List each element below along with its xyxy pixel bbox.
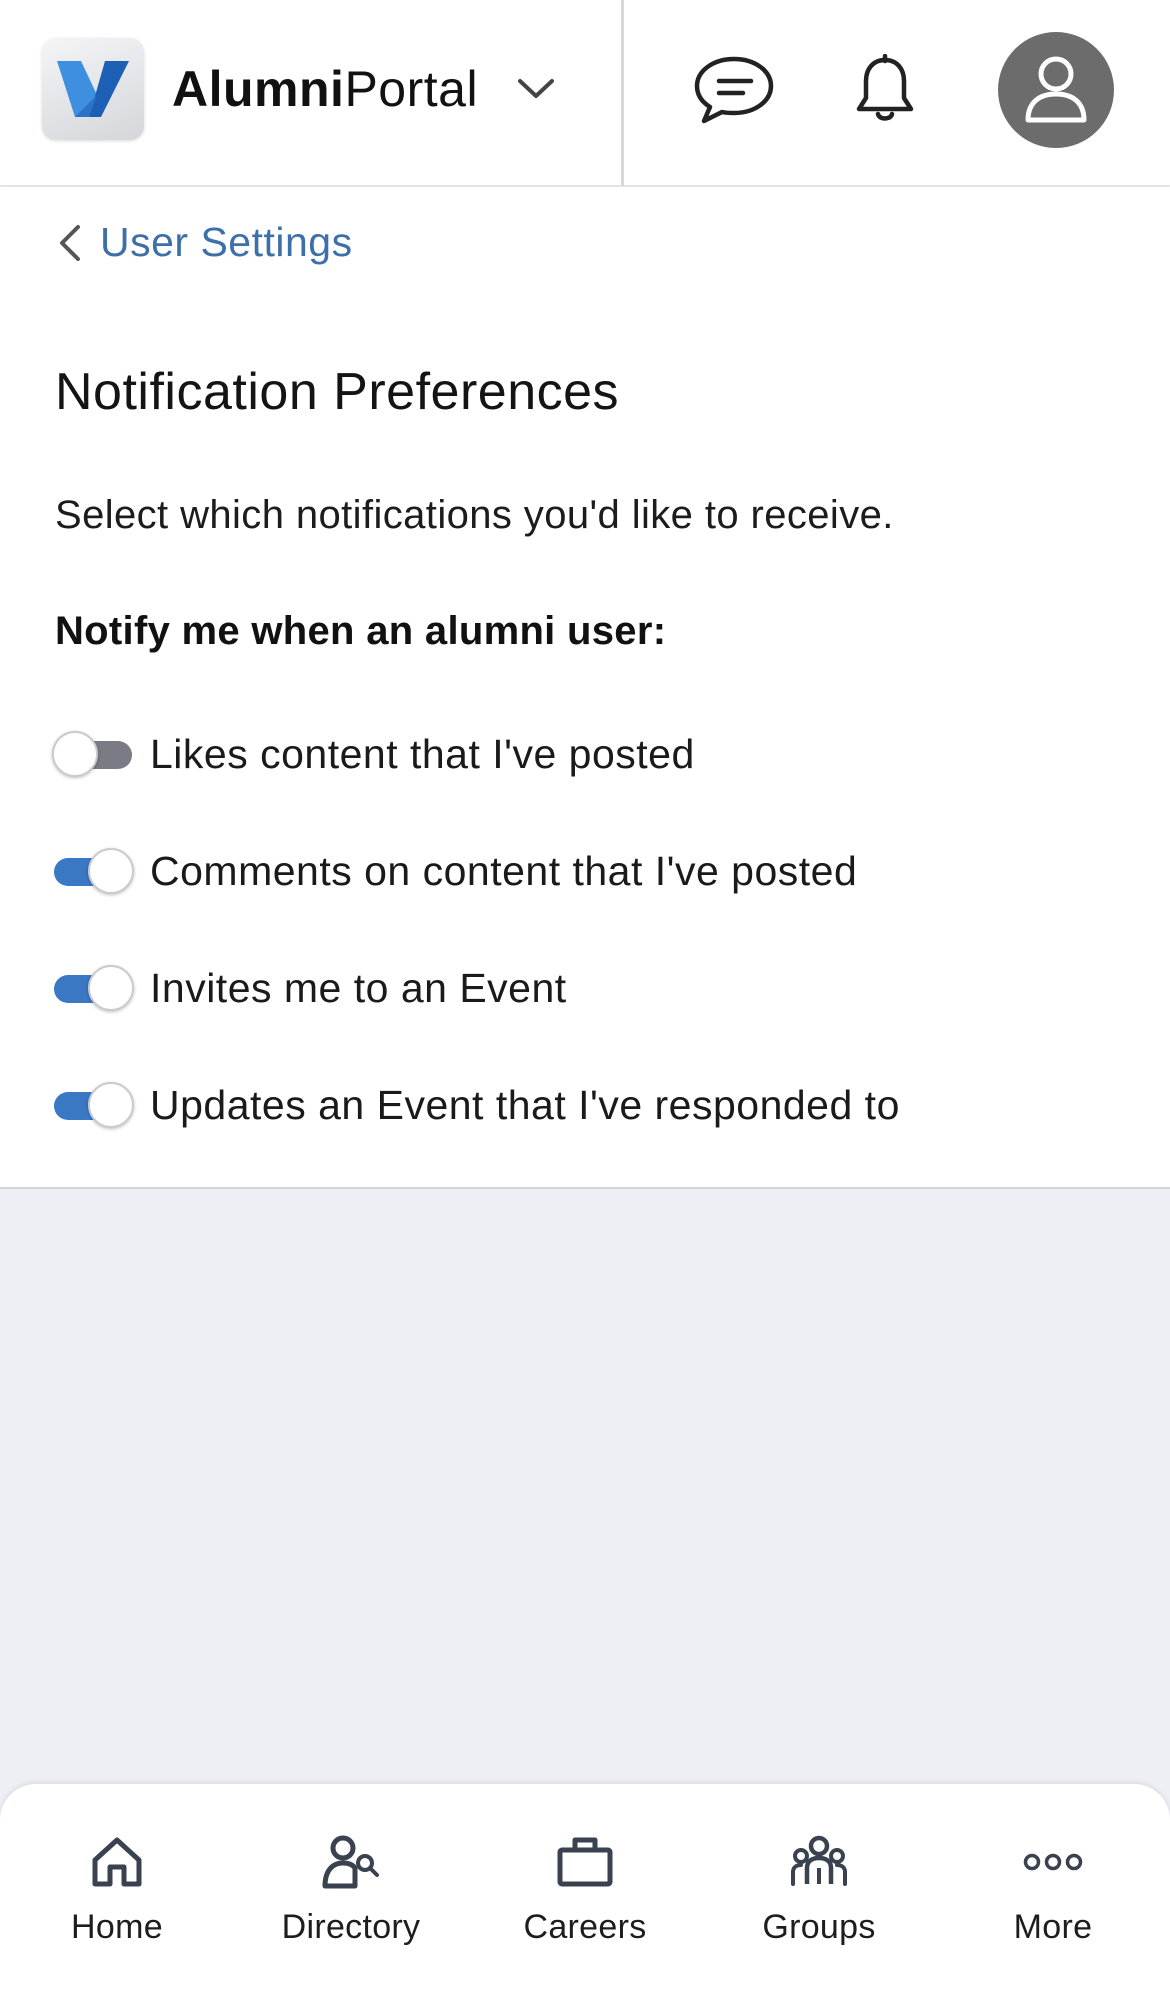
toggle-knob	[88, 965, 134, 1011]
header-divider	[621, 0, 624, 186]
logo-icon	[42, 38, 144, 140]
directory-icon	[321, 1832, 381, 1892]
section-subheading: Notify me when an alumni user:	[55, 609, 667, 653]
more-icon	[1023, 1832, 1083, 1892]
nav-directory[interactable]: Directory	[234, 1784, 468, 1989]
nav-label: More	[1013, 1908, 1093, 1946]
briefcase-icon	[556, 1832, 614, 1892]
toggle-knob	[52, 731, 98, 777]
toggle-invites[interactable]	[52, 962, 134, 1014]
settings-panel: User Settings Notification Preferences S…	[0, 187, 1170, 1189]
bottom-nav: Home Directory Careers Groups More	[0, 1784, 1170, 1989]
page-description: Select which notifications you'd like to…	[55, 493, 894, 537]
nav-label: Careers	[523, 1908, 647, 1946]
pref-label: Updates an Event that I've responded to	[150, 1081, 900, 1128]
pref-likes: Likes content that I've posted	[52, 724, 695, 784]
pref-label: Likes content that I've posted	[150, 730, 695, 777]
page: Alumni Portal User Settings Notification…	[0, 0, 1170, 1989]
chevron-down-icon[interactable]	[516, 77, 556, 101]
pref-invites: Invites me to an Event	[52, 958, 567, 1018]
user-avatar-icon[interactable]	[998, 32, 1114, 148]
app-name: Alumni Portal	[172, 60, 478, 118]
bell-icon[interactable]	[850, 52, 920, 128]
back-link[interactable]: User Settings	[56, 219, 353, 266]
app-name-light: Portal	[344, 61, 479, 117]
chevron-left-icon	[60, 224, 80, 261]
groups-icon	[789, 1832, 849, 1892]
nav-label: Home	[71, 1908, 163, 1946]
nav-label: Groups	[762, 1908, 876, 1946]
home-icon	[89, 1832, 145, 1892]
nav-more[interactable]: More	[936, 1784, 1170, 1989]
toggle-knob	[88, 848, 134, 894]
app-switcher[interactable]: Alumni Portal	[42, 38, 556, 140]
pref-comments: Comments on content that I've posted	[52, 841, 857, 901]
pref-event-updates: Updates an Event that I've responded to	[52, 1075, 900, 1135]
app-name-bold: Alumni	[172, 61, 345, 117]
toggle-comments[interactable]	[52, 845, 134, 897]
toggle-knob	[88, 1082, 134, 1128]
pref-label: Comments on content that I've posted	[150, 847, 858, 894]
nav-label: Directory	[281, 1908, 421, 1946]
toggle-event-updates[interactable]	[52, 1079, 134, 1131]
back-link-label[interactable]: User Settings	[100, 219, 353, 266]
chat-icon[interactable]	[690, 52, 778, 128]
toggle-likes[interactable]	[52, 728, 134, 780]
nav-careers[interactable]: Careers	[468, 1784, 702, 1989]
page-title: Notification Preferences	[55, 363, 620, 421]
pref-label: Invites me to an Event	[150, 964, 567, 1011]
nav-groups[interactable]: Groups	[702, 1784, 936, 1989]
top-bar: Alumni Portal	[0, 0, 1170, 186]
nav-home[interactable]: Home	[0, 1784, 234, 1989]
